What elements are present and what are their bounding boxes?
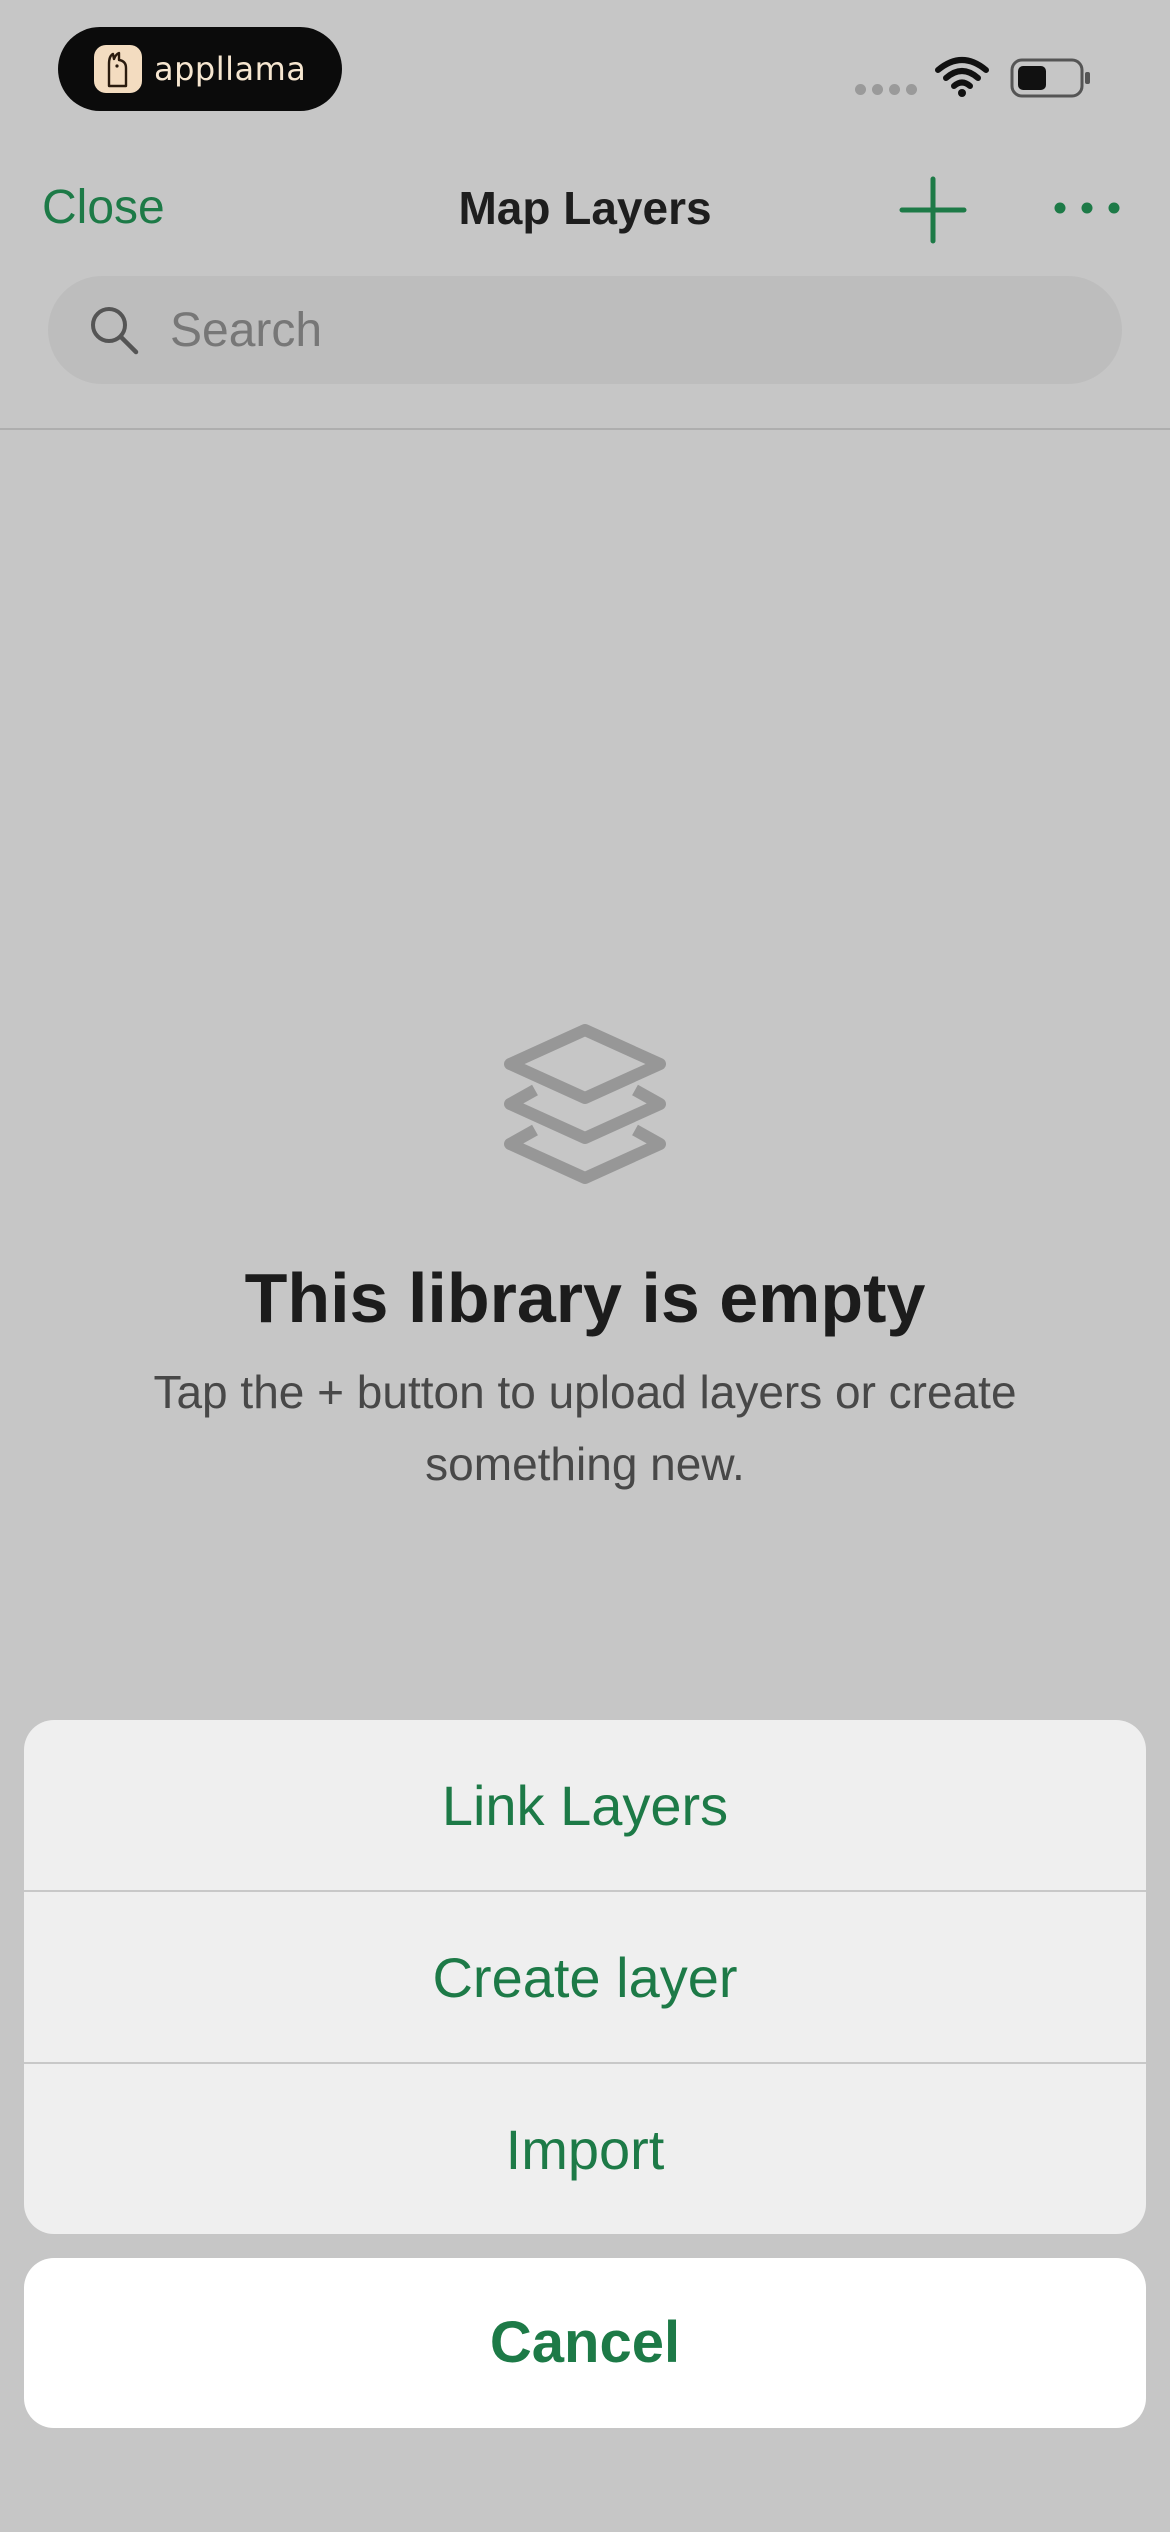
import-option[interactable]: Import [24, 2064, 1146, 2234]
app-badge-label: appllama [154, 50, 307, 88]
app-badge[interactable]: appllama [58, 27, 342, 111]
wifi-icon [935, 56, 989, 103]
signal-dots-icon [855, 84, 917, 96]
add-button[interactable] [898, 175, 968, 245]
search-input[interactable] [170, 276, 1070, 384]
search-bar[interactable] [48, 276, 1122, 384]
close-button[interactable]: Close [42, 178, 165, 238]
header-divider [0, 428, 1170, 430]
llama-logo-icon [94, 45, 142, 93]
ellipsis-icon [1054, 202, 1120, 214]
search-icon [88, 304, 140, 361]
link-layers-option[interactable]: Link Layers [24, 1720, 1146, 1891]
empty-state-subtitle: Tap the + button to upload layers or cre… [153, 1366, 1017, 1490]
action-sheet: Link Layers Create layer Import [24, 1720, 1146, 2234]
create-layer-option[interactable]: Create layer [24, 1892, 1146, 2063]
battery-icon [1010, 58, 1092, 103]
page-title: Map Layers [458, 182, 712, 234]
layers-icon [495, 1020, 675, 1215]
plus-icon [899, 176, 967, 244]
cancel-button[interactable]: Cancel [24, 2258, 1146, 2428]
more-button[interactable] [1052, 196, 1122, 220]
empty-state-title: This library is empty [244, 1259, 926, 1337]
